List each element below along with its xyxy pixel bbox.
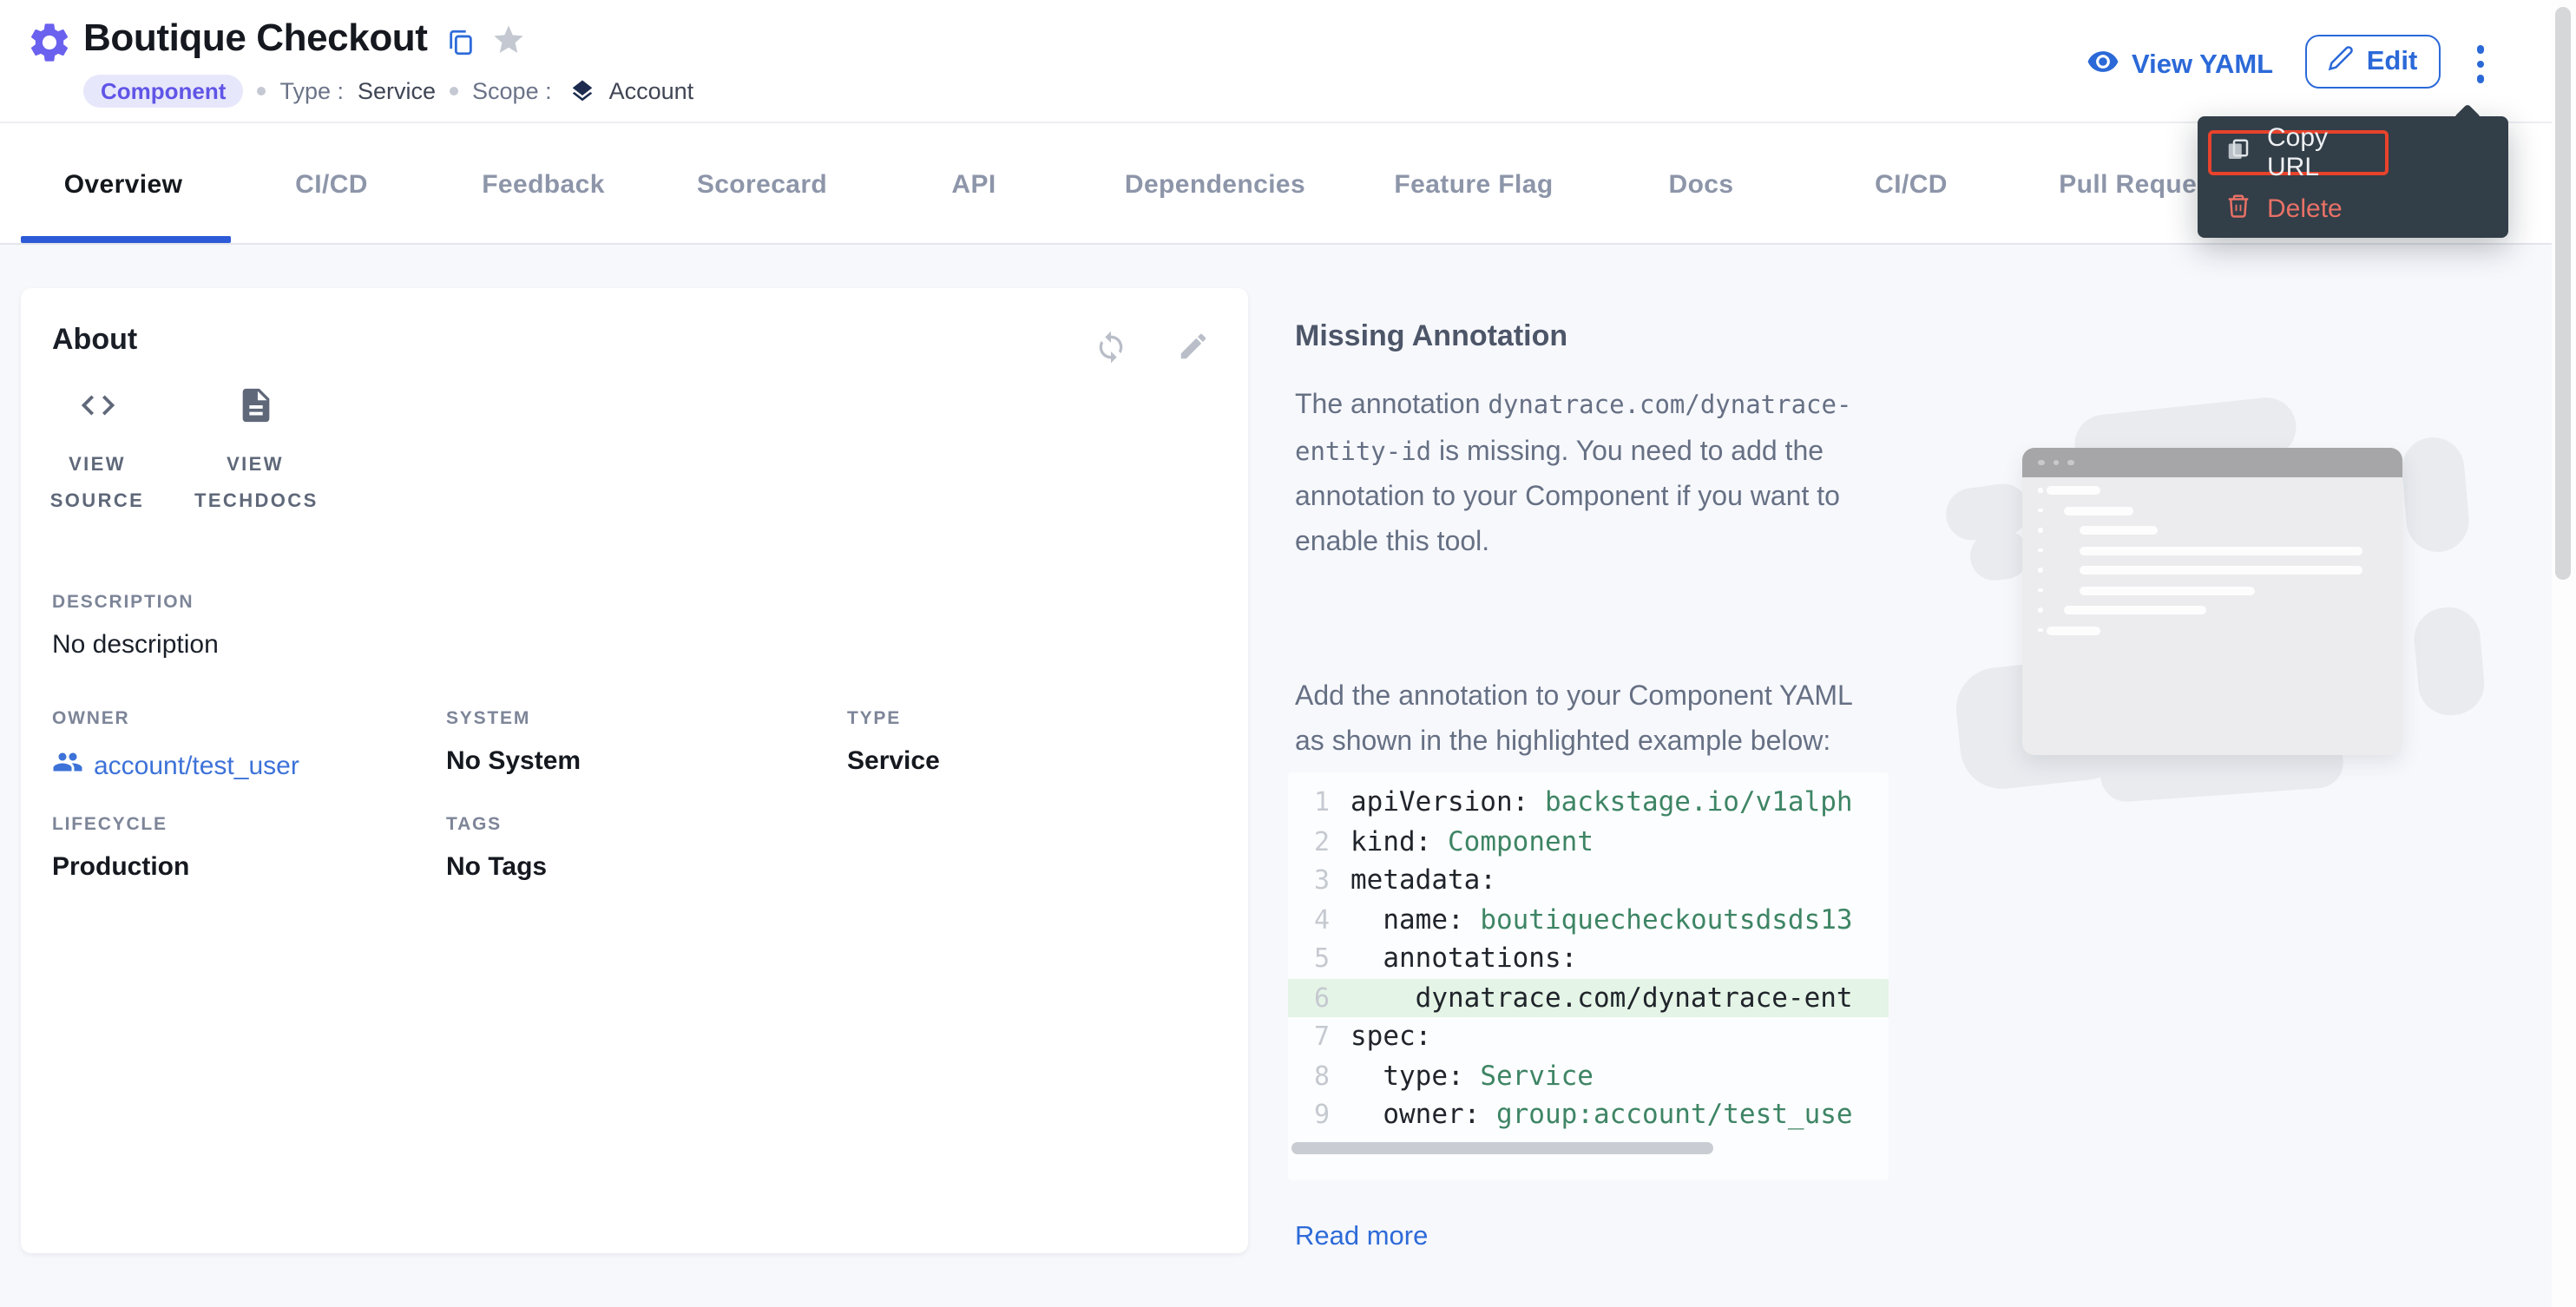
page-title: Boutique Checkout <box>83 16 428 61</box>
code-line: 5 annotations: <box>1288 939 1889 978</box>
code-line: 4 name: boutiquecheckoutsdsds13 <box>1288 900 1889 939</box>
pencil-icon <box>2329 44 2355 79</box>
tab-api[interactable]: API <box>951 123 996 245</box>
page: Boutique Checkout Component Type : Servi… <box>0 0 2576 1307</box>
yaml-code-block: 1apiVersion: backstage.io/v1alph 2kind: … <box>1288 772 1889 1180</box>
owner-value: account/test_user <box>94 751 299 780</box>
more-options-button[interactable] <box>2463 38 2498 90</box>
favorite-star-icon[interactable] <box>491 23 526 66</box>
separator-dot <box>450 87 458 95</box>
layers-icon <box>569 78 595 104</box>
type-field-value: Service <box>847 746 940 776</box>
separator-dot <box>257 87 266 95</box>
system-label: SYSTEM <box>446 708 530 729</box>
code-editor-illustration <box>2022 448 2402 755</box>
trash-icon <box>2225 192 2251 225</box>
tab-overview[interactable]: Overview <box>64 123 183 245</box>
illustration-titlebar <box>2022 448 2402 477</box>
kind-chip: Component <box>83 75 243 108</box>
active-tab-indicator <box>21 236 231 242</box>
view-techdocs-button[interactable]: VIEW TECHDOCS <box>179 385 332 521</box>
delete-label: Delete <box>2267 194 2343 223</box>
code-line: 8 type: Service <box>1288 1056 1889 1095</box>
tab-cicd-1[interactable]: CI/CD <box>295 123 368 245</box>
entity-subheader: Component Type : Service Scope : Account <box>83 75 693 108</box>
component-gear-icon <box>26 19 73 75</box>
view-source-label: VIEW SOURCE <box>36 448 158 521</box>
code-icon <box>77 385 117 434</box>
code-line: 9 owner: group:account/test_use <box>1288 1095 1889 1134</box>
document-icon <box>235 385 275 434</box>
read-more-link[interactable]: Read more <box>1295 1222 1428 1253</box>
missing-annotation-title: Missing Annotation <box>1295 319 1567 354</box>
code-line: 1apiVersion: backstage.io/v1alph <box>1288 783 1889 822</box>
scope-value: Account <box>609 78 694 104</box>
tab-feature-flag[interactable]: Feature Flag <box>1394 123 1553 245</box>
lifecycle-label: LIFECYCLE <box>52 814 168 835</box>
edit-label: Edit <box>2367 46 2418 77</box>
code-line: 3metadata: <box>1288 861 1889 900</box>
code-line: 2kind: Component <box>1288 822 1889 861</box>
code-horizontal-scrollbar[interactable] <box>1291 1142 1713 1154</box>
missing-annotation-paragraph: The annotation dynatrace.com/dynatrace-e… <box>1295 384 1878 564</box>
owner-link[interactable]: account/test_user <box>52 746 299 785</box>
tab-feedback[interactable]: Feedback <box>482 123 605 245</box>
menu-item-delete[interactable]: Delete <box>2225 189 2343 227</box>
type-field-label: TYPE <box>847 708 901 729</box>
description-value: No description <box>52 630 219 660</box>
description-label: DESCRIPTION <box>52 592 194 613</box>
view-yaml-label: View YAML <box>2132 50 2273 82</box>
copy-name-icon[interactable] <box>446 28 476 66</box>
edit-button[interactable]: Edit <box>2305 35 2441 89</box>
tab-cicd-2[interactable]: CI/CD <box>1875 123 1948 245</box>
about-card-title: About <box>52 323 137 358</box>
view-yaml-button[interactable]: View YAML <box>2086 45 2273 87</box>
tab-dependencies[interactable]: Dependencies <box>1125 123 1305 245</box>
eye-icon <box>2086 45 2119 87</box>
refresh-icon[interactable] <box>1094 330 1128 373</box>
code-line-highlighted: 6 dynatrace.com/dynatrace-ent <box>1288 978 1889 1017</box>
copy-icon <box>2225 136 2251 169</box>
group-icon <box>52 746 83 785</box>
page-scrollbar-thumb[interactable] <box>2555 7 2571 580</box>
decorative-blob <box>2412 605 2487 718</box>
system-value: No System <box>446 746 581 776</box>
tab-scorecard[interactable]: Scorecard <box>697 123 827 245</box>
add-annotation-paragraph: Add the annotation to your Component YAM… <box>1295 675 1878 764</box>
context-menu: Copy URL Delete <box>2198 116 2508 238</box>
tab-docs[interactable]: Docs <box>1669 123 1734 245</box>
tags-value: No Tags <box>446 852 547 882</box>
type-label: Type : <box>279 78 344 104</box>
scope-label: Scope : <box>472 78 552 104</box>
view-source-button[interactable]: VIEW SOURCE <box>21 385 174 521</box>
menu-item-copy-url[interactable]: Copy URL <box>2208 130 2389 175</box>
copy-url-label: Copy URL <box>2267 123 2371 182</box>
type-value: Service <box>358 78 436 104</box>
lifecycle-value: Production <box>52 852 189 882</box>
code-line: 7spec: <box>1288 1017 1889 1056</box>
edit-about-icon[interactable] <box>1177 330 1210 371</box>
view-techdocs-label: VIEW TECHDOCS <box>194 448 316 521</box>
owner-label: OWNER <box>52 708 130 729</box>
tags-label: TAGS <box>446 814 502 835</box>
